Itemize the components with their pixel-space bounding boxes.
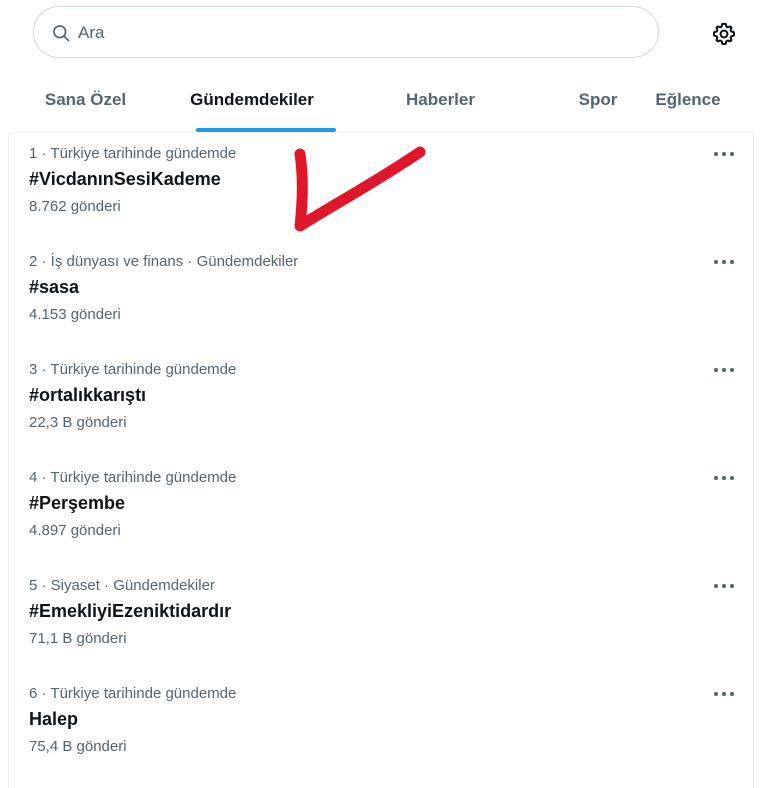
- more-icon[interactable]: [711, 360, 737, 380]
- trend-item[interactable]: 4 · Türkiye tarihinde gündemde #Perşembe…: [9, 457, 753, 565]
- tab-label: Gündemdekiler: [190, 90, 314, 109]
- trend-post-count: 8.762 gönderi: [29, 198, 121, 215]
- active-tab-indicator: [196, 128, 336, 132]
- gear-icon[interactable]: [711, 21, 737, 47]
- trend-context: 5 · Siyaset · Gündemdekiler: [29, 577, 215, 594]
- tab-bar: Sana Özel Gündemdekiler Haberler Spor Eğ…: [8, 68, 754, 133]
- trend-title[interactable]: #Perşembe: [29, 493, 125, 514]
- trend-item[interactable]: 6 · Türkiye tarihinde gündemde Halep 75,…: [9, 673, 753, 781]
- trend-title[interactable]: #VicdanınSesiKademe: [29, 169, 221, 190]
- more-icon[interactable]: [711, 252, 737, 272]
- search-box[interactable]: [33, 6, 659, 59]
- tab-label: Sana Özel: [44, 90, 127, 109]
- tab-label: Eğlence: [655, 90, 721, 109]
- trend-post-count: 4.153 gönderi: [29, 306, 121, 323]
- explore-page: Sana Özel Gündemdekiler Haberler Spor Eğ…: [0, 0, 766, 788]
- trend-title[interactable]: #ortalıkkarıştı: [29, 385, 146, 406]
- trend-item[interactable]: 5 · Siyaset · Gündemdekiler #EmekliyiEze…: [9, 565, 753, 673]
- trend-title[interactable]: Halep: [29, 709, 78, 730]
- trend-post-count: 75,4 B gönderi: [29, 738, 127, 755]
- trend-post-count: 22,3 B gönderi: [29, 414, 127, 431]
- trend-post-count: 71,1 B gönderi: [29, 630, 127, 647]
- trend-context: 2 · İş dünyası ve finans · Gündemdekiler: [29, 253, 299, 270]
- search-input[interactable]: [76, 7, 640, 59]
- tab-entertainment[interactable]: Eğlence: [628, 68, 748, 132]
- trend-context: 3 · Türkiye tarihinde gündemde: [29, 361, 237, 378]
- trend-list: 1 · Türkiye tarihinde gündemde #Vicdanın…: [8, 133, 754, 788]
- trend-item[interactable]: 3 · Türkiye tarihinde gündemde #ortalıkk…: [9, 349, 753, 457]
- more-icon[interactable]: [711, 468, 737, 488]
- trend-title[interactable]: #EmekliyiEzeniktidardır: [29, 601, 231, 622]
- tab-news[interactable]: Haberler: [341, 68, 540, 132]
- tab-for-you[interactable]: Sana Özel: [8, 68, 163, 132]
- tab-label: Spor: [578, 90, 618, 109]
- trend-context: 1 · Türkiye tarihinde gündemde: [29, 145, 237, 162]
- trend-item[interactable]: 1 · Türkiye tarihinde gündemde #Vicdanın…: [9, 133, 753, 241]
- top-bar: [0, 0, 766, 68]
- more-icon[interactable]: [711, 144, 737, 164]
- trend-post-count: 4.897 gönderi: [29, 522, 121, 539]
- more-icon[interactable]: [711, 684, 737, 704]
- trend-context: 4 · Türkiye tarihinde gündemde: [29, 469, 237, 486]
- trend-title[interactable]: #sasa: [29, 277, 79, 298]
- search-icon: [53, 25, 70, 42]
- more-icon[interactable]: [711, 576, 737, 596]
- tab-trending[interactable]: Gündemdekiler: [163, 68, 341, 132]
- trend-context: 6 · Türkiye tarihinde gündemde: [29, 685, 237, 702]
- trend-item[interactable]: 2 · İş dünyası ve finans · Gündemdekiler…: [9, 241, 753, 349]
- tab-label: Haberler: [406, 90, 475, 109]
